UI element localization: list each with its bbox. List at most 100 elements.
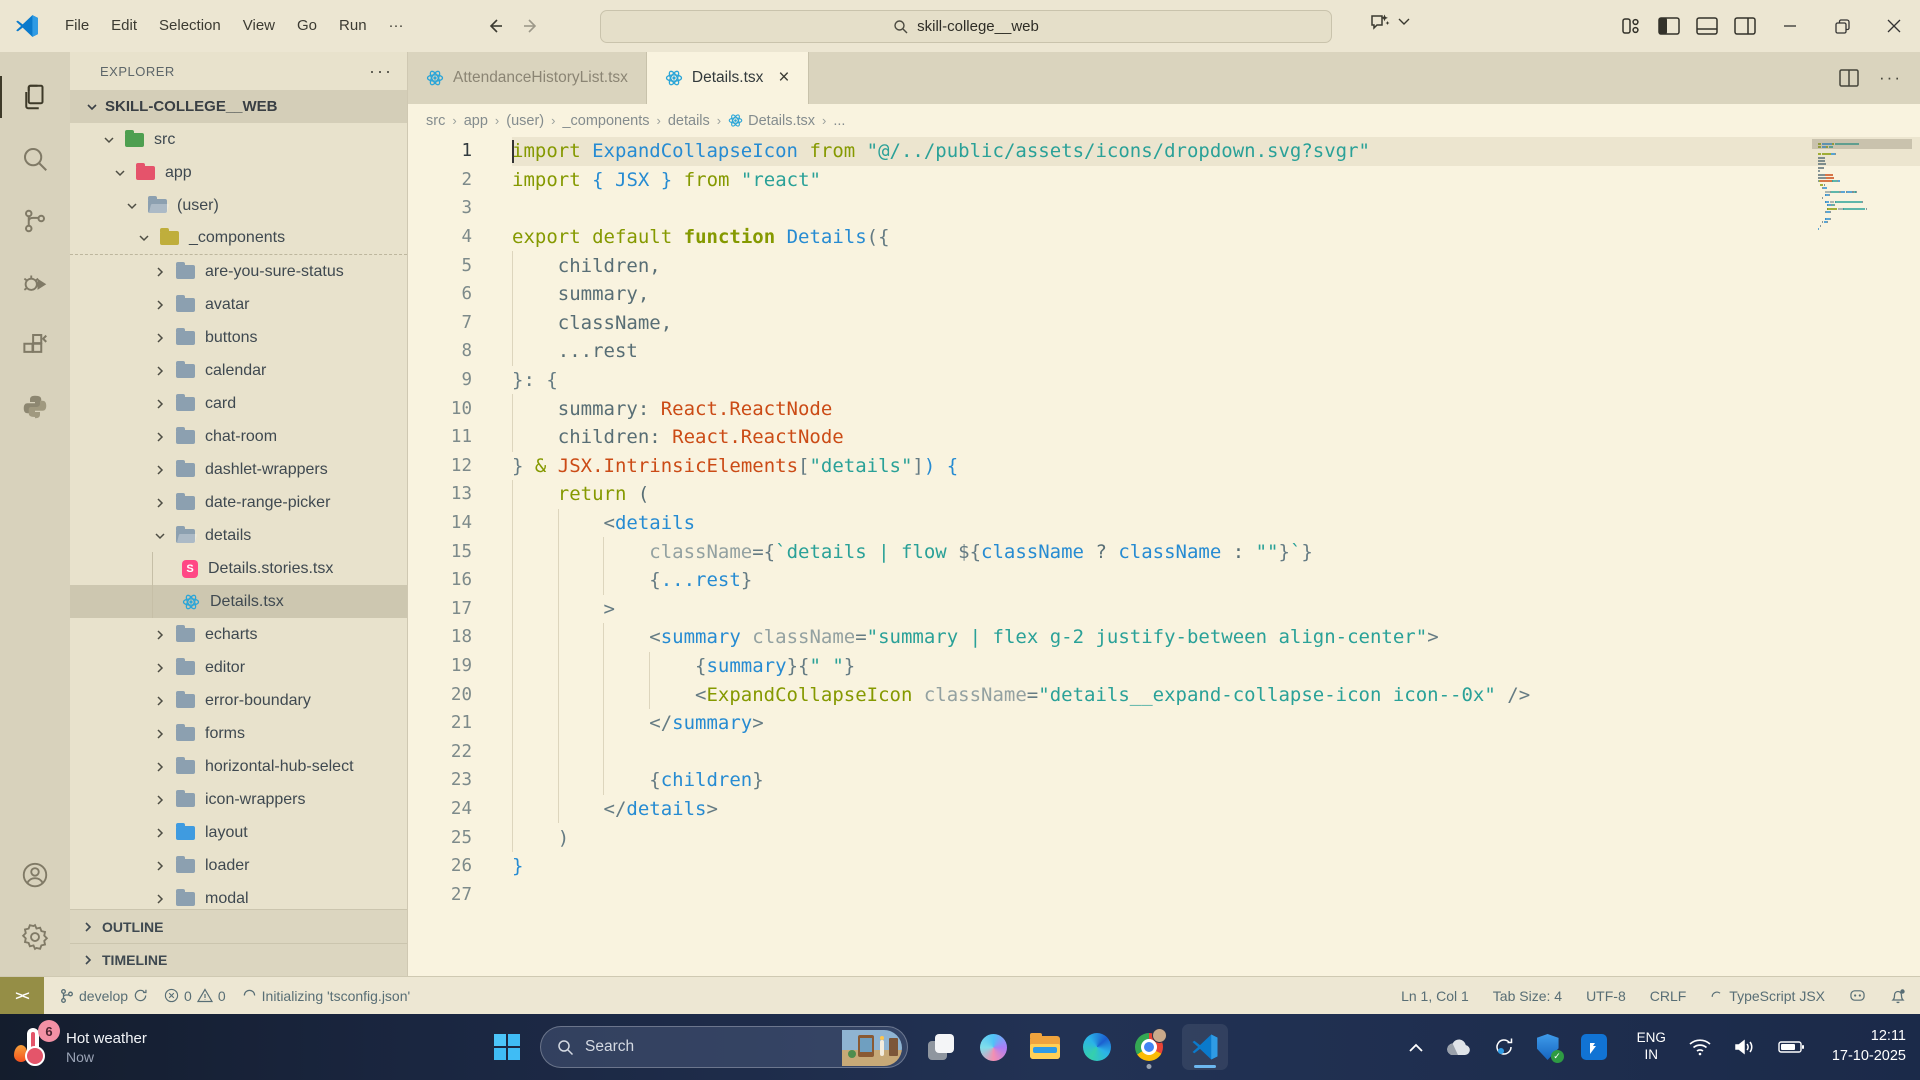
code-line-5[interactable]: 5 children, <box>408 251 1920 280</box>
tab-attendancehistorylist-tsx[interactable]: AttendanceHistoryList.tsx <box>408 52 647 104</box>
chevron-down-icon[interactable] <box>137 231 153 245</box>
tree-item-details-tsx[interactable]: Details.tsx <box>70 585 407 618</box>
settings-gear-icon[interactable] <box>0 906 70 968</box>
window-minimize-button[interactable] <box>1764 0 1816 52</box>
minimap-slider[interactable] <box>1812 139 1912 149</box>
breadcrumb-item-details[interactable]: details <box>668 113 710 129</box>
code-line-22[interactable]: 22 <box>408 737 1920 766</box>
windows-security-icon[interactable]: ✓ <box>1537 1034 1559 1060</box>
code-line-21[interactable]: 21 </summary> <box>408 709 1920 738</box>
code-editor[interactable]: 1import ExpandCollapseIcon from "@/../pu… <box>408 137 1920 976</box>
menu-file[interactable]: File <box>54 10 100 42</box>
code-line-23[interactable]: 23 {children} <box>408 766 1920 795</box>
chevron-right-icon[interactable] <box>153 364 169 378</box>
breadcrumb-item--components[interactable]: _components <box>562 113 649 129</box>
code-line-2[interactable]: 2import { JSX } from "react" <box>408 166 1920 195</box>
menu-go[interactable]: Go <box>286 10 328 42</box>
code-line-20[interactable]: 20 <ExpandCollapseIcon className="detail… <box>408 680 1920 709</box>
tree-item-icon-wrappers[interactable]: icon-wrappers <box>70 783 407 816</box>
code-line-6[interactable]: 6 summary, <box>408 280 1920 309</box>
breadcrumb-item-details-tsx[interactable]: Details.tsx <box>728 113 815 129</box>
chrome-icon[interactable] <box>1130 1024 1168 1070</box>
window-close-button[interactable] <box>1868 0 1920 52</box>
chevron-right-icon[interactable] <box>153 265 169 279</box>
tree-item-dashlet-wrappers[interactable]: dashlet-wrappers <box>70 453 407 486</box>
indentation-item[interactable]: Tab Size: 4 <box>1493 988 1562 1004</box>
tree-item-src[interactable]: src <box>70 123 407 156</box>
toggle-primary-sidebar-icon[interactable] <box>1650 0 1688 52</box>
breadcrumb-item--user-[interactable]: (user) <box>506 113 544 129</box>
task-view-icon[interactable] <box>922 1024 960 1070</box>
tree-item-modal[interactable]: modal <box>70 882 407 909</box>
code-line-25[interactable]: 25 ) <box>408 823 1920 852</box>
toggle-panel-icon[interactable] <box>1688 0 1726 52</box>
tree-item-horizontal-hub-select[interactable]: horizontal-hub-select <box>70 750 407 783</box>
breadcrumb-item-app[interactable]: app <box>464 113 488 129</box>
chevron-right-icon[interactable] <box>153 760 169 774</box>
tree-item-chat-room[interactable]: chat-room <box>70 420 407 453</box>
chevron-right-icon[interactable] <box>153 793 169 807</box>
cursor-position-item[interactable]: Ln 1, Col 1 <box>1401 988 1469 1004</box>
code-line-8[interactable]: 8 ...rest <box>408 337 1920 366</box>
chevron-right-icon[interactable] <box>153 661 169 675</box>
code-line-14[interactable]: 14 <details <box>408 509 1920 538</box>
code-line-16[interactable]: 16 {...rest} <box>408 566 1920 595</box>
explorer-more-actions-icon[interactable]: ··· <box>369 61 393 82</box>
history-forward-button[interactable] <box>521 16 541 36</box>
breadcrumb-item--[interactable]: ... <box>833 113 845 129</box>
tree-item--components[interactable]: _components <box>70 222 407 255</box>
code-line-24[interactable]: 24 </details> <box>408 795 1920 824</box>
chevron-right-icon[interactable] <box>153 694 169 708</box>
tray-chevron-up-icon[interactable] <box>1409 1043 1423 1052</box>
tree-item-details[interactable]: details <box>70 519 407 552</box>
code-line-9[interactable]: 9}: { <box>408 366 1920 395</box>
close-tab-icon[interactable]: × <box>778 67 789 89</box>
explorer-icon[interactable] <box>0 66 70 128</box>
tray-blue-app-icon[interactable] <box>1581 1034 1607 1060</box>
tree-item-error-boundary[interactable]: error-boundary <box>70 684 407 717</box>
chevron-right-icon[interactable] <box>153 463 169 477</box>
outline-section-header[interactable]: OUTLINE <box>70 910 407 943</box>
chevron-right-icon[interactable] <box>153 496 169 510</box>
problems-item[interactable]: 0 0 <box>164 988 226 1004</box>
menu-view[interactable]: View <box>232 10 286 42</box>
tree-item-are-you-sure-status[interactable]: are-you-sure-status <box>70 255 407 288</box>
remote-indicator[interactable]: >< <box>0 977 44 1014</box>
customize-layout-icon[interactable] <box>1612 0 1650 52</box>
volume-icon[interactable] <box>1734 1038 1756 1056</box>
tree-item-date-range-picker[interactable]: date-range-picker <box>70 486 407 519</box>
accounts-icon[interactable] <box>0 844 70 906</box>
run-debug-icon[interactable] <box>0 252 70 314</box>
breadcrumb-item-src[interactable]: src <box>426 113 445 129</box>
chevron-right-icon[interactable] <box>153 826 169 840</box>
chevron-right-icon[interactable] <box>153 859 169 873</box>
chevron-right-icon[interactable] <box>153 727 169 741</box>
tree-item-app[interactable]: app <box>70 156 407 189</box>
tree-item-calendar[interactable]: calendar <box>70 354 407 387</box>
battery-icon[interactable] <box>1778 1040 1804 1054</box>
tree-item-editor[interactable]: editor <box>70 651 407 684</box>
editor-more-actions-icon[interactable]: ··· <box>1879 68 1902 88</box>
tree-item-avatar[interactable]: avatar <box>70 288 407 321</box>
taskbar-search-box[interactable]: Search <box>540 1026 908 1068</box>
search-view-icon[interactable] <box>0 128 70 190</box>
chevron-right-icon[interactable] <box>153 892 169 906</box>
tree-item-layout[interactable]: layout <box>70 816 407 849</box>
history-back-button[interactable] <box>485 16 505 36</box>
chevron-down-icon[interactable] <box>102 133 118 147</box>
tree-item-buttons[interactable]: buttons <box>70 321 407 354</box>
tree-item--user-[interactable]: (user) <box>70 189 407 222</box>
code-line-18[interactable]: 18 <summary className="summary | flex g-… <box>408 623 1920 652</box>
project-root-row[interactable]: SKILL-COLLEGE__WEB <box>70 90 407 123</box>
encoding-item[interactable]: UTF-8 <box>1586 988 1626 1004</box>
task-progress-item[interactable]: Initializing 'tsconfig.json' <box>242 988 411 1004</box>
timeline-section-header[interactable]: TIMELINE <box>70 943 407 976</box>
onedrive-icon[interactable] <box>1445 1039 1471 1056</box>
source-control-icon[interactable] <box>0 190 70 252</box>
menu-selection[interactable]: Selection <box>148 10 232 42</box>
language-indicator[interactable]: ENG IN <box>1637 1030 1666 1064</box>
chevron-right-icon[interactable] <box>153 298 169 312</box>
chevron-right-icon[interactable] <box>153 628 169 642</box>
chevron-down-icon[interactable] <box>153 529 169 543</box>
tree-item-loader[interactable]: loader <box>70 849 407 882</box>
